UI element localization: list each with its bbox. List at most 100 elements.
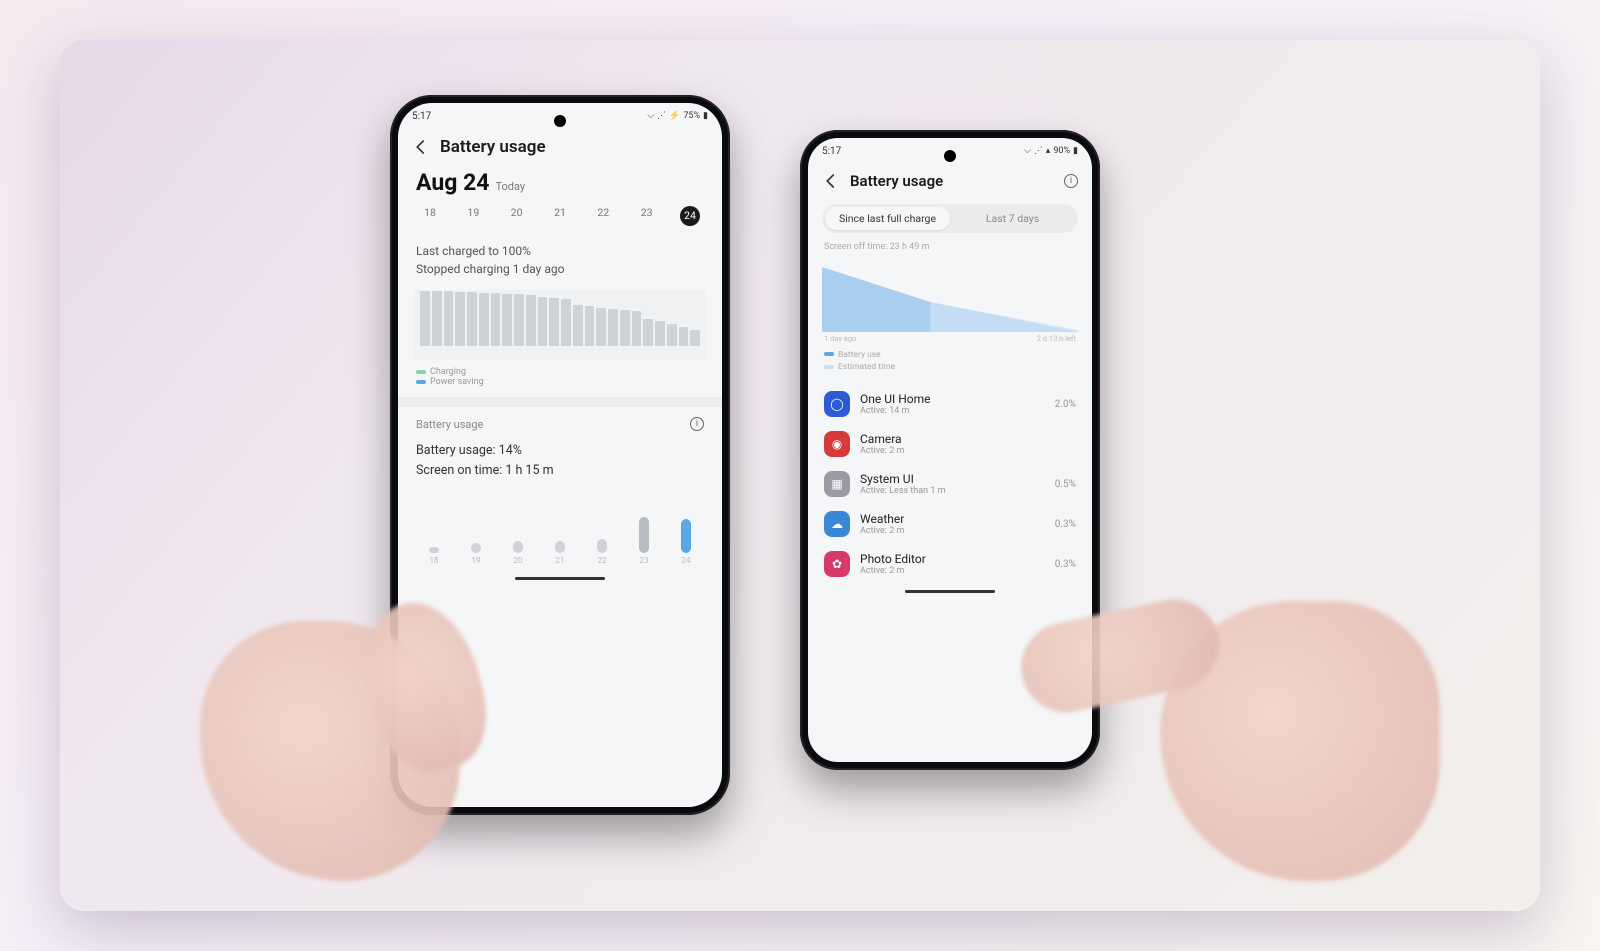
app-active-time: Active: 2 m (860, 446, 1066, 456)
charging-icon: ⚡ (669, 111, 680, 121)
hour-bar (479, 293, 489, 346)
screen-on-time: Screen on time: 1 h 15 m (416, 461, 704, 481)
day-selector[interactable]: 18 19 20 21 22 23 24 (398, 202, 722, 236)
usage-summary: Battery usage: 14% Screen on time: 1 h 1… (398, 437, 722, 485)
charge-info: Last charged to 100% Stopped charging 1 … (398, 236, 722, 284)
hour-bar (585, 306, 595, 346)
range-segmented-control[interactable]: Since last full charge Last 7 days (822, 204, 1078, 233)
legend-swatch-charging (416, 370, 426, 374)
app-active-time: Active: 14 m (860, 406, 1045, 416)
day-20[interactable]: 20 (507, 206, 527, 226)
daily-usage-chart[interactable]: 18 19 20 21 22 23 24 (414, 505, 706, 565)
app-usage-list: ◯One UI HomeActive: 14 m2.0%◉CameraActiv… (808, 384, 1092, 584)
hour-bar (455, 292, 465, 346)
battery-hourly-chart[interactable] (414, 290, 706, 360)
charge-line-1: Last charged to 100% (416, 242, 704, 260)
hour-bar (420, 291, 430, 346)
day-bar (597, 539, 607, 553)
day-bar (513, 541, 523, 553)
section-header: Battery usage i (398, 407, 722, 437)
app-text: Photo EditorActive: 2 m (860, 552, 1045, 576)
info-icon[interactable]: i (690, 417, 704, 431)
hour-bar (538, 297, 548, 347)
day-bar-wrap: 22 (590, 539, 614, 565)
app-name: Weather (860, 512, 1045, 526)
info-icon[interactable]: i (1064, 174, 1078, 188)
hour-bar (620, 310, 630, 346)
app-row-camera[interactable]: ◉CameraActive: 2 m (808, 424, 1092, 464)
date-heading: Aug 24 (416, 169, 489, 196)
hour-bar (526, 295, 536, 346)
hour-bar (432, 291, 442, 346)
battery-drain-chart[interactable] (822, 262, 1078, 332)
day-bar-wrap: 20 (506, 541, 530, 565)
home-indicator[interactable] (515, 577, 605, 580)
home-indicator[interactable] (905, 590, 995, 593)
hour-bar (573, 305, 583, 346)
seg-since-full-charge[interactable]: Since last full charge (825, 207, 950, 230)
day-bar-label: 24 (682, 556, 691, 565)
back-icon[interactable] (822, 172, 840, 190)
battery-icon: ▮ (703, 111, 708, 121)
day-22[interactable]: 22 (593, 206, 613, 226)
app-text: CameraActive: 2 m (860, 432, 1066, 456)
app-icon: ◯ (824, 391, 850, 417)
battery-icon: ▮ (1073, 146, 1078, 156)
day-19[interactable]: 19 (463, 206, 483, 226)
app-text: System UIActive: Less than 1 m (860, 472, 1045, 496)
legend-swatch-est (824, 365, 834, 369)
app-text: One UI HomeActive: 14 m (860, 392, 1045, 416)
hour-bar (608, 309, 618, 346)
day-bar (471, 543, 481, 553)
app-percent: 0.5% (1055, 479, 1076, 490)
chart-legend: Battery use Estimated time (808, 343, 1092, 385)
camera-hole (944, 150, 956, 162)
page-title: Battery usage (850, 172, 1054, 190)
legend-swatch-use (824, 352, 834, 356)
hour-bar (502, 294, 512, 346)
app-row-weather[interactable]: ☁WeatherActive: 2 m0.3% (808, 504, 1092, 544)
battery-pct: 90% (1053, 146, 1070, 156)
hour-bar (679, 327, 689, 346)
day-bar-label: 22 (598, 556, 607, 565)
usage-pct: Battery usage: 14% (416, 441, 704, 461)
day-24[interactable]: 24 (680, 206, 700, 226)
signal-icon: ▴ (1046, 146, 1051, 156)
legend-label: Charging (430, 367, 466, 377)
do-not-disturb-icon: ⌵ (1024, 146, 1031, 156)
screen-off-time: Screen off time: 23 h 49 m (808, 239, 1092, 256)
day-bar (429, 547, 439, 553)
wifi-icon: ⋰ (657, 111, 666, 121)
page-title: Battery usage (440, 137, 708, 157)
app-text: WeatherActive: 2 m (860, 512, 1045, 536)
day-18[interactable]: 18 (420, 206, 440, 226)
today-label: Today (495, 180, 525, 193)
day-bar-wrap: 19 (464, 543, 488, 565)
chart-x-axis: 1 day ago 2 d 13 h left (808, 334, 1092, 343)
app-row-system-ui[interactable]: ▦System UIActive: Less than 1 m0.5% (808, 464, 1092, 504)
day-21[interactable]: 21 (550, 206, 570, 226)
hour-bar (643, 319, 653, 347)
seg-last-7-days[interactable]: Last 7 days (950, 207, 1075, 230)
day-bar-wrap: 21 (548, 541, 572, 565)
day-bar-wrap: 18 (422, 547, 446, 565)
photo-frame: 5:17 ⌵ ⋰ ⚡ 75% ▮ Battery usage Aug 24 To… (60, 40, 1540, 911)
back-icon[interactable] (412, 138, 430, 156)
app-name: Camera (860, 432, 1066, 446)
app-icon: ☁ (824, 511, 850, 537)
app-percent: 0.3% (1055, 559, 1076, 570)
section-divider (398, 397, 722, 407)
app-row-photo-editor[interactable]: ✿Photo EditorActive: 2 m0.3% (808, 544, 1092, 584)
day-bar-wrap: 23 (632, 517, 656, 565)
day-bar (681, 519, 691, 553)
legend-label: Battery use (838, 350, 881, 360)
axis-label: 2 d 13 h left (1037, 334, 1076, 343)
hour-bar (549, 298, 559, 346)
app-name: One UI Home (860, 392, 1045, 406)
hour-bar (561, 299, 571, 346)
status-icons: ⌵ ⋰ ⚡ 75% ▮ (647, 111, 708, 121)
hour-bar (632, 311, 642, 346)
header: Battery usage i (808, 164, 1092, 200)
app-row-one-ui-home[interactable]: ◯One UI HomeActive: 14 m2.0% (808, 384, 1092, 424)
day-23[interactable]: 23 (637, 206, 657, 226)
